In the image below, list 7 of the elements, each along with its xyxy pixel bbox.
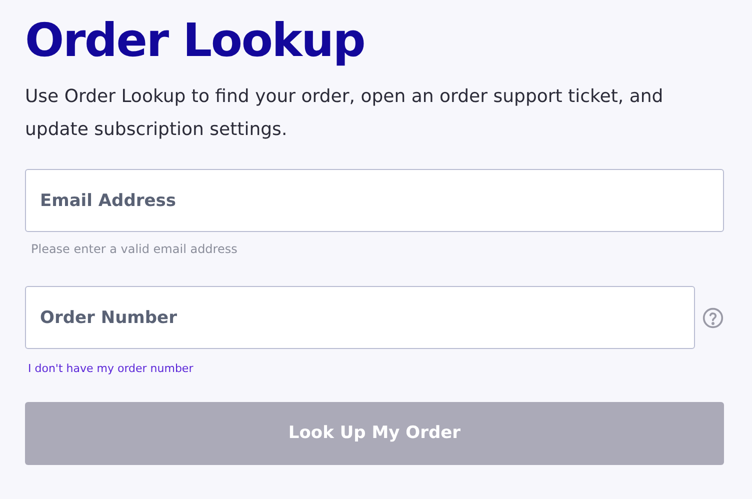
no-order-number-link[interactable]: I don't have my order number [28, 361, 194, 377]
email-hint: Please enter a valid email address [31, 241, 238, 257]
help-icon[interactable] [702, 306, 724, 328]
description-text: Use Order Lookup to find your order, open an order support ticket, and update subscription settings. [25, 85, 664, 142]
email-field[interactable]: Email Address [25, 169, 724, 232]
order-number-field[interactable]: Order Number [25, 286, 695, 349]
page-title: Order Lookup [25, 12, 366, 69]
